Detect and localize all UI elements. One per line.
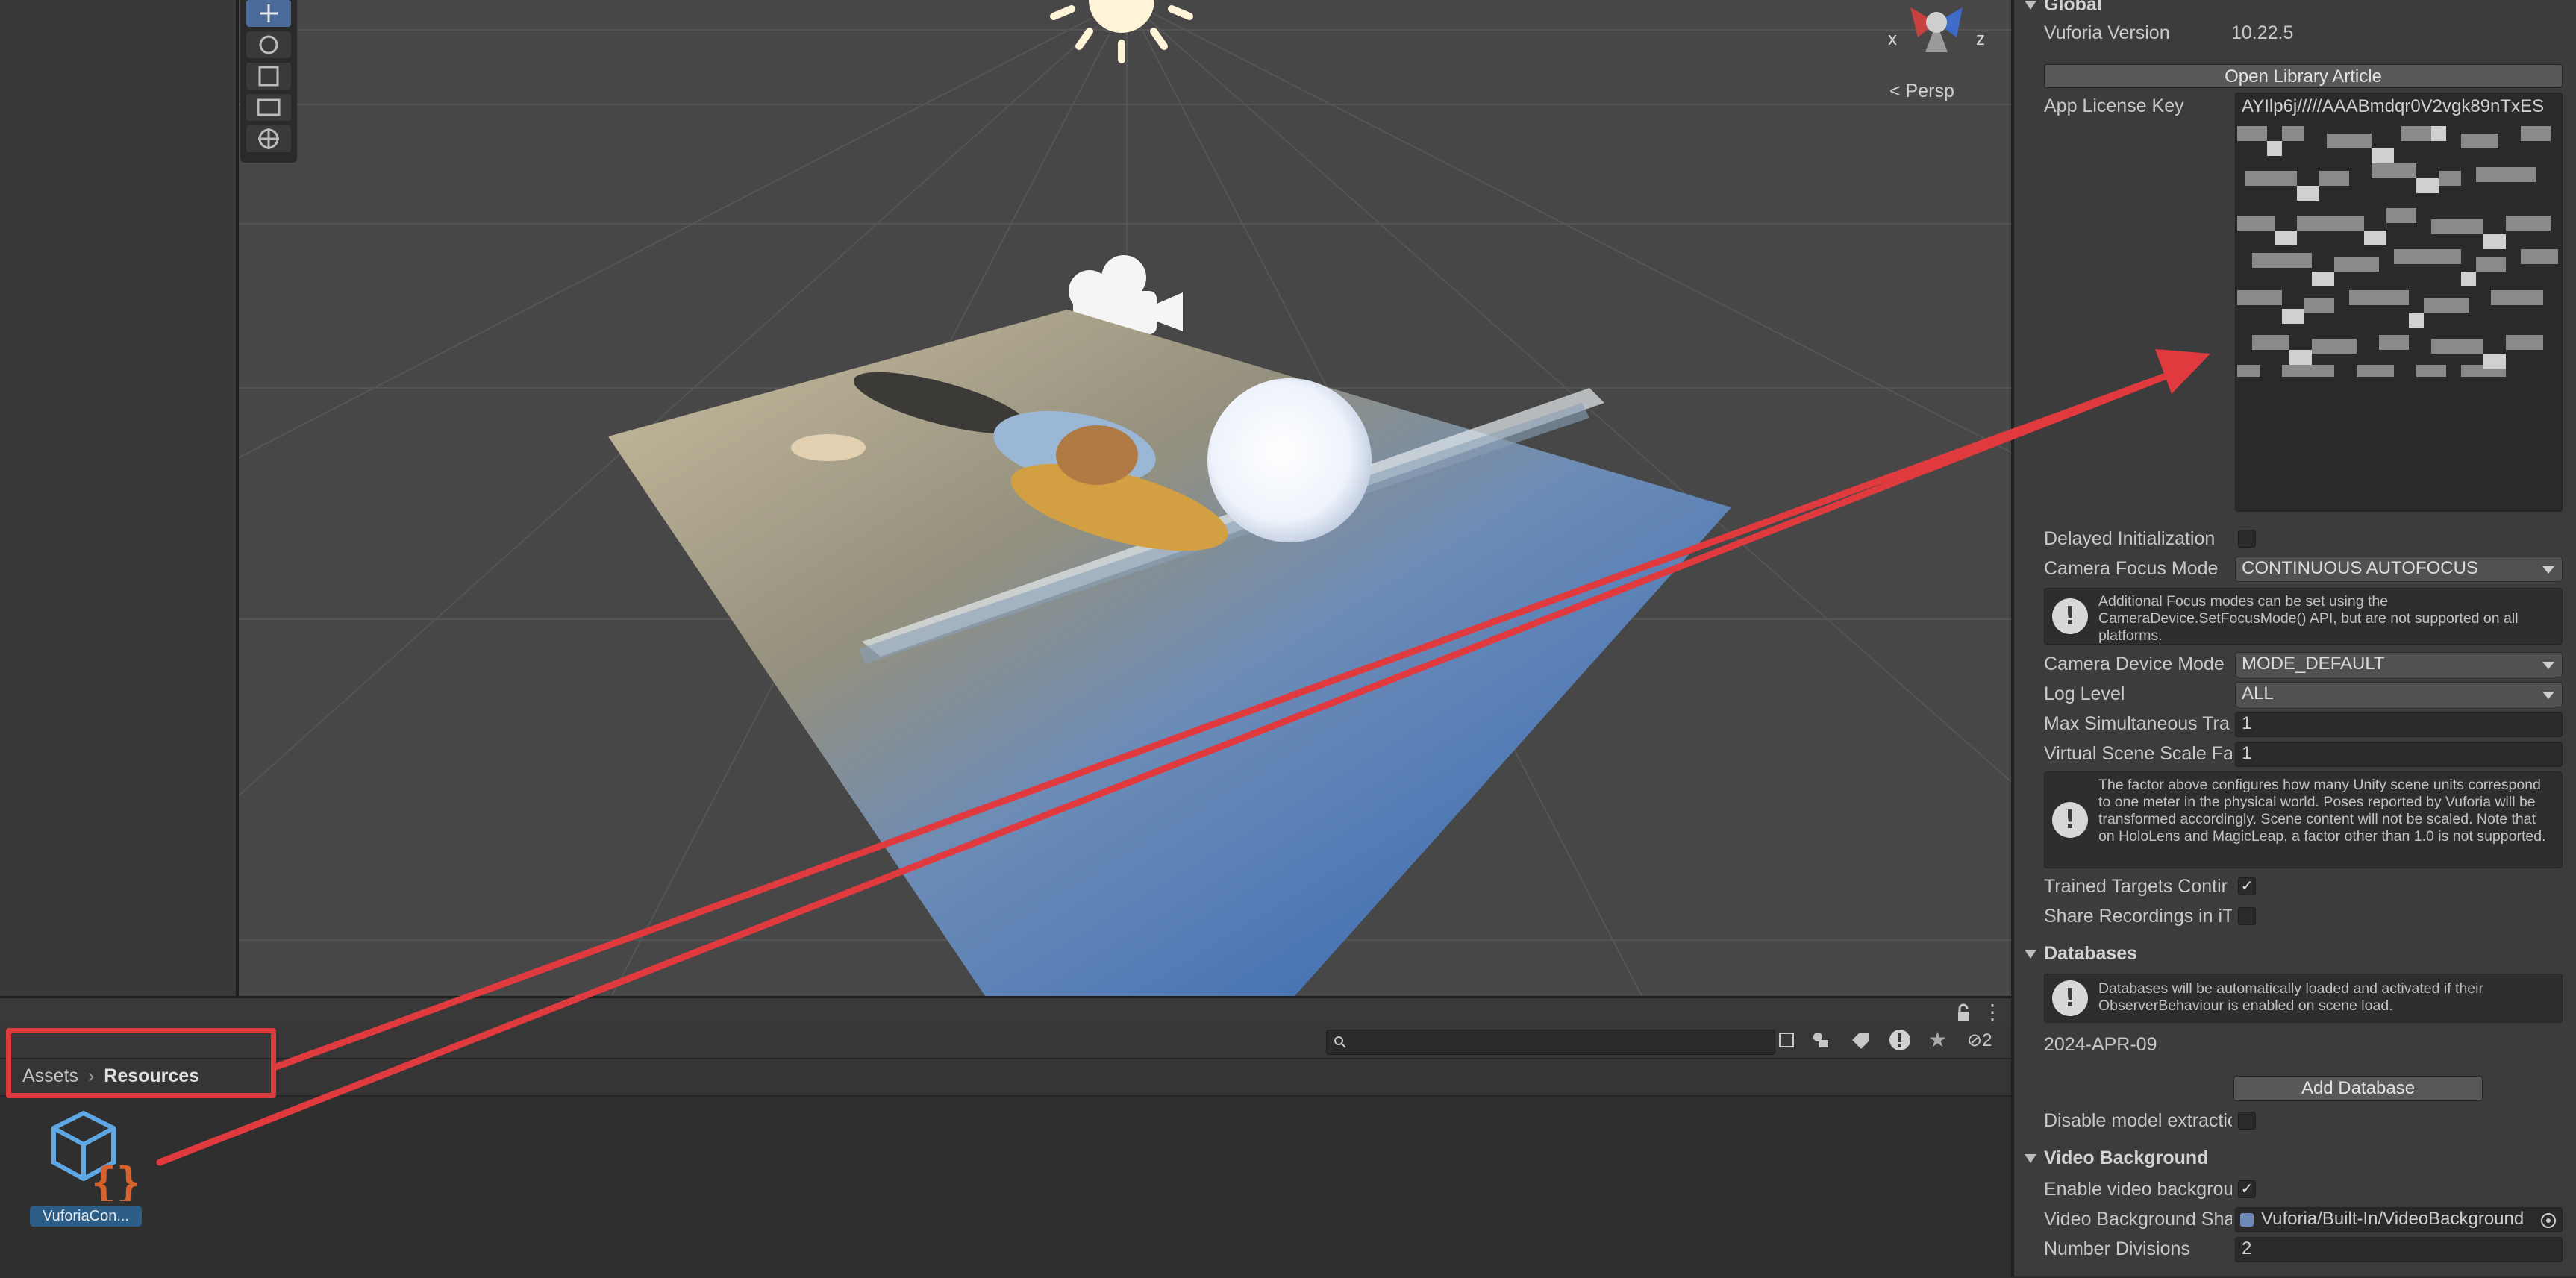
- annotation-arrows: [156, 349, 2210, 1166]
